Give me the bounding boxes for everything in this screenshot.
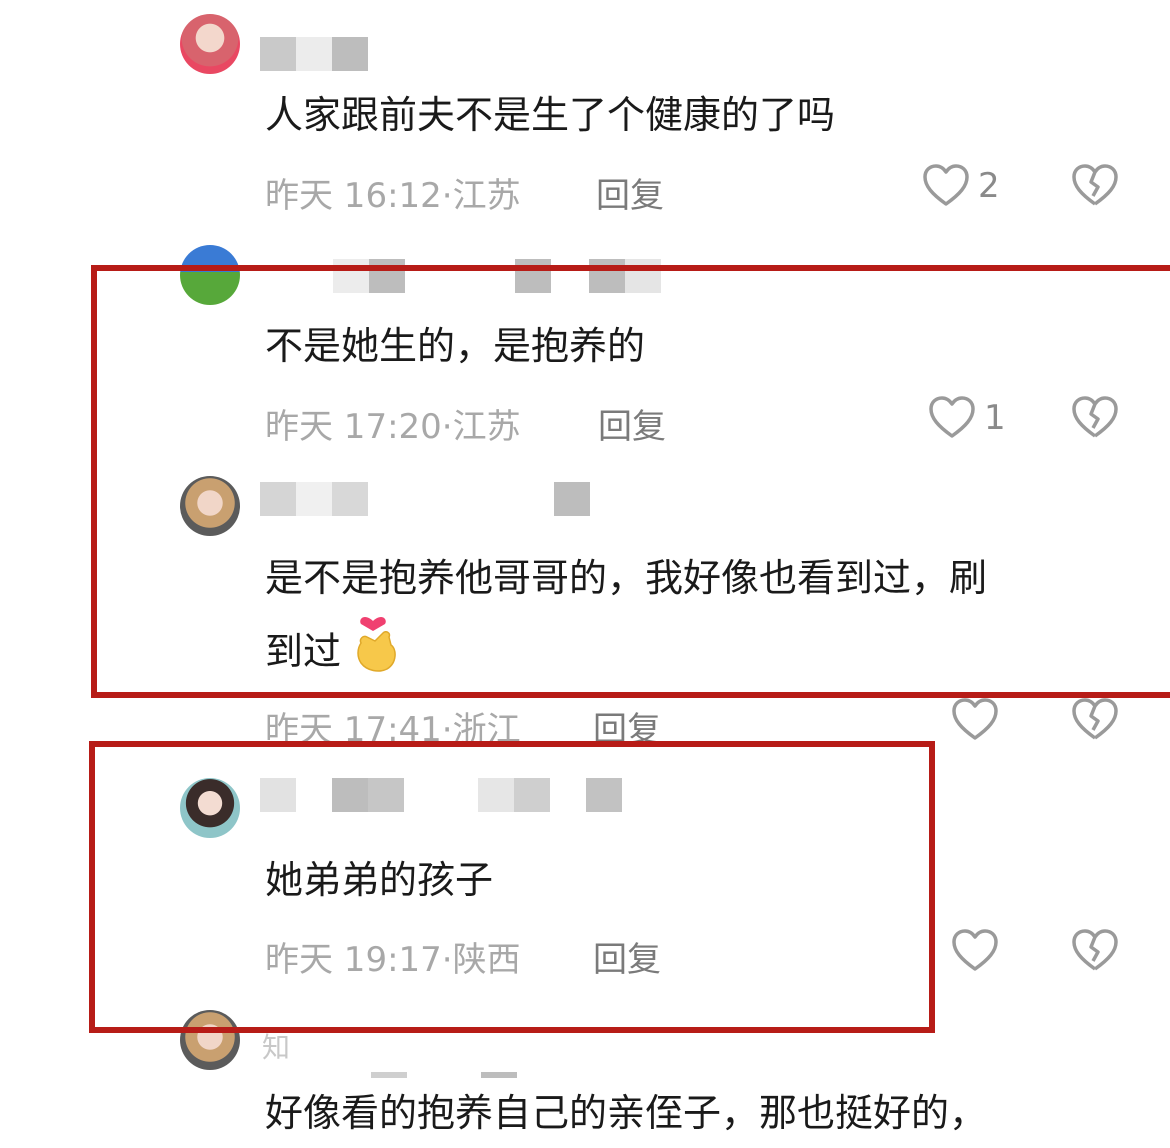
timestamp: 昨天 17:41: [265, 710, 442, 750]
like-count: 1: [984, 398, 1006, 438]
dislike-button[interactable]: [1071, 396, 1119, 444]
heart-outline-icon: [923, 164, 969, 206]
heart-outline-icon: [952, 929, 998, 971]
comment-text-line-1: 是不是抱养他哥哥的，我好像也看到过，刷: [265, 556, 988, 600]
comment-meta: 昨天 16:12·江苏: [265, 168, 521, 217]
like-button[interactable]: 2: [922, 164, 1000, 208]
broken-heart-icon: [1072, 929, 1118, 971]
comment-text: 不是她生的，是抱养的: [265, 324, 646, 368]
username-partial[interactable]: 知: [262, 1026, 290, 1066]
heart-outline-icon: [952, 698, 998, 740]
timestamp: 昨天 17:20: [265, 407, 442, 447]
separator: ·: [441, 407, 453, 447]
username-blurred[interactable]: [333, 259, 661, 293]
comment-text: 她弟弟的孩子: [265, 858, 494, 902]
reply-button[interactable]: 回复: [593, 702, 661, 751]
broken-heart-icon: [1072, 164, 1118, 206]
avatar[interactable]: [180, 14, 240, 74]
finger-heart-emoji: [353, 613, 399, 695]
reply-button[interactable]: 回复: [593, 932, 661, 981]
avatar[interactable]: [180, 778, 240, 838]
comment-meta: 昨天 17:41·浙江: [265, 702, 521, 751]
broken-heart-icon: [1072, 396, 1118, 438]
avatar[interactable]: [180, 245, 240, 305]
like-button[interactable]: [951, 929, 999, 973]
dislike-button[interactable]: [1071, 164, 1119, 212]
comment-meta: 昨天 17:20·江苏: [265, 399, 521, 448]
location: 江苏: [452, 176, 521, 216]
separator: ·: [441, 940, 453, 980]
broken-heart-icon: [1072, 698, 1118, 740]
reply-button[interactable]: 回复: [598, 399, 666, 448]
comment-text: 人家跟前夫不是生了个健康的了吗: [265, 93, 836, 137]
like-button[interactable]: [951, 698, 999, 742]
timestamp: 昨天 16:12: [265, 176, 442, 216]
avatar[interactable]: [180, 1010, 240, 1070]
like-button[interactable]: 1: [928, 396, 1006, 440]
username-blurred[interactable]: [260, 778, 622, 812]
avatar[interactable]: [180, 476, 240, 536]
comment-meta: 昨天 19:17·陕西: [265, 932, 521, 981]
like-count: 2: [978, 166, 1000, 206]
location: 江苏: [452, 407, 521, 447]
timestamp: 昨天 19:17: [265, 940, 442, 980]
separator: ·: [441, 176, 453, 216]
dislike-button[interactable]: [1071, 929, 1119, 977]
comment-text: 好像看的抱养自己的亲侄子，那也挺好的，: [265, 1091, 988, 1135]
dislike-button[interactable]: [1071, 698, 1119, 746]
comment-text-line-2: 到过: [265, 613, 399, 695]
heart-outline-icon: [929, 396, 975, 438]
reply-button[interactable]: 回复: [596, 168, 664, 217]
separator: ·: [441, 710, 453, 750]
location: 陕西: [452, 940, 521, 980]
location: 浙江: [452, 710, 521, 750]
username-blurred[interactable]: [260, 482, 590, 516]
comment-text-line-2-text: 到过: [265, 629, 342, 674]
username-blurred[interactable]: [260, 37, 368, 71]
